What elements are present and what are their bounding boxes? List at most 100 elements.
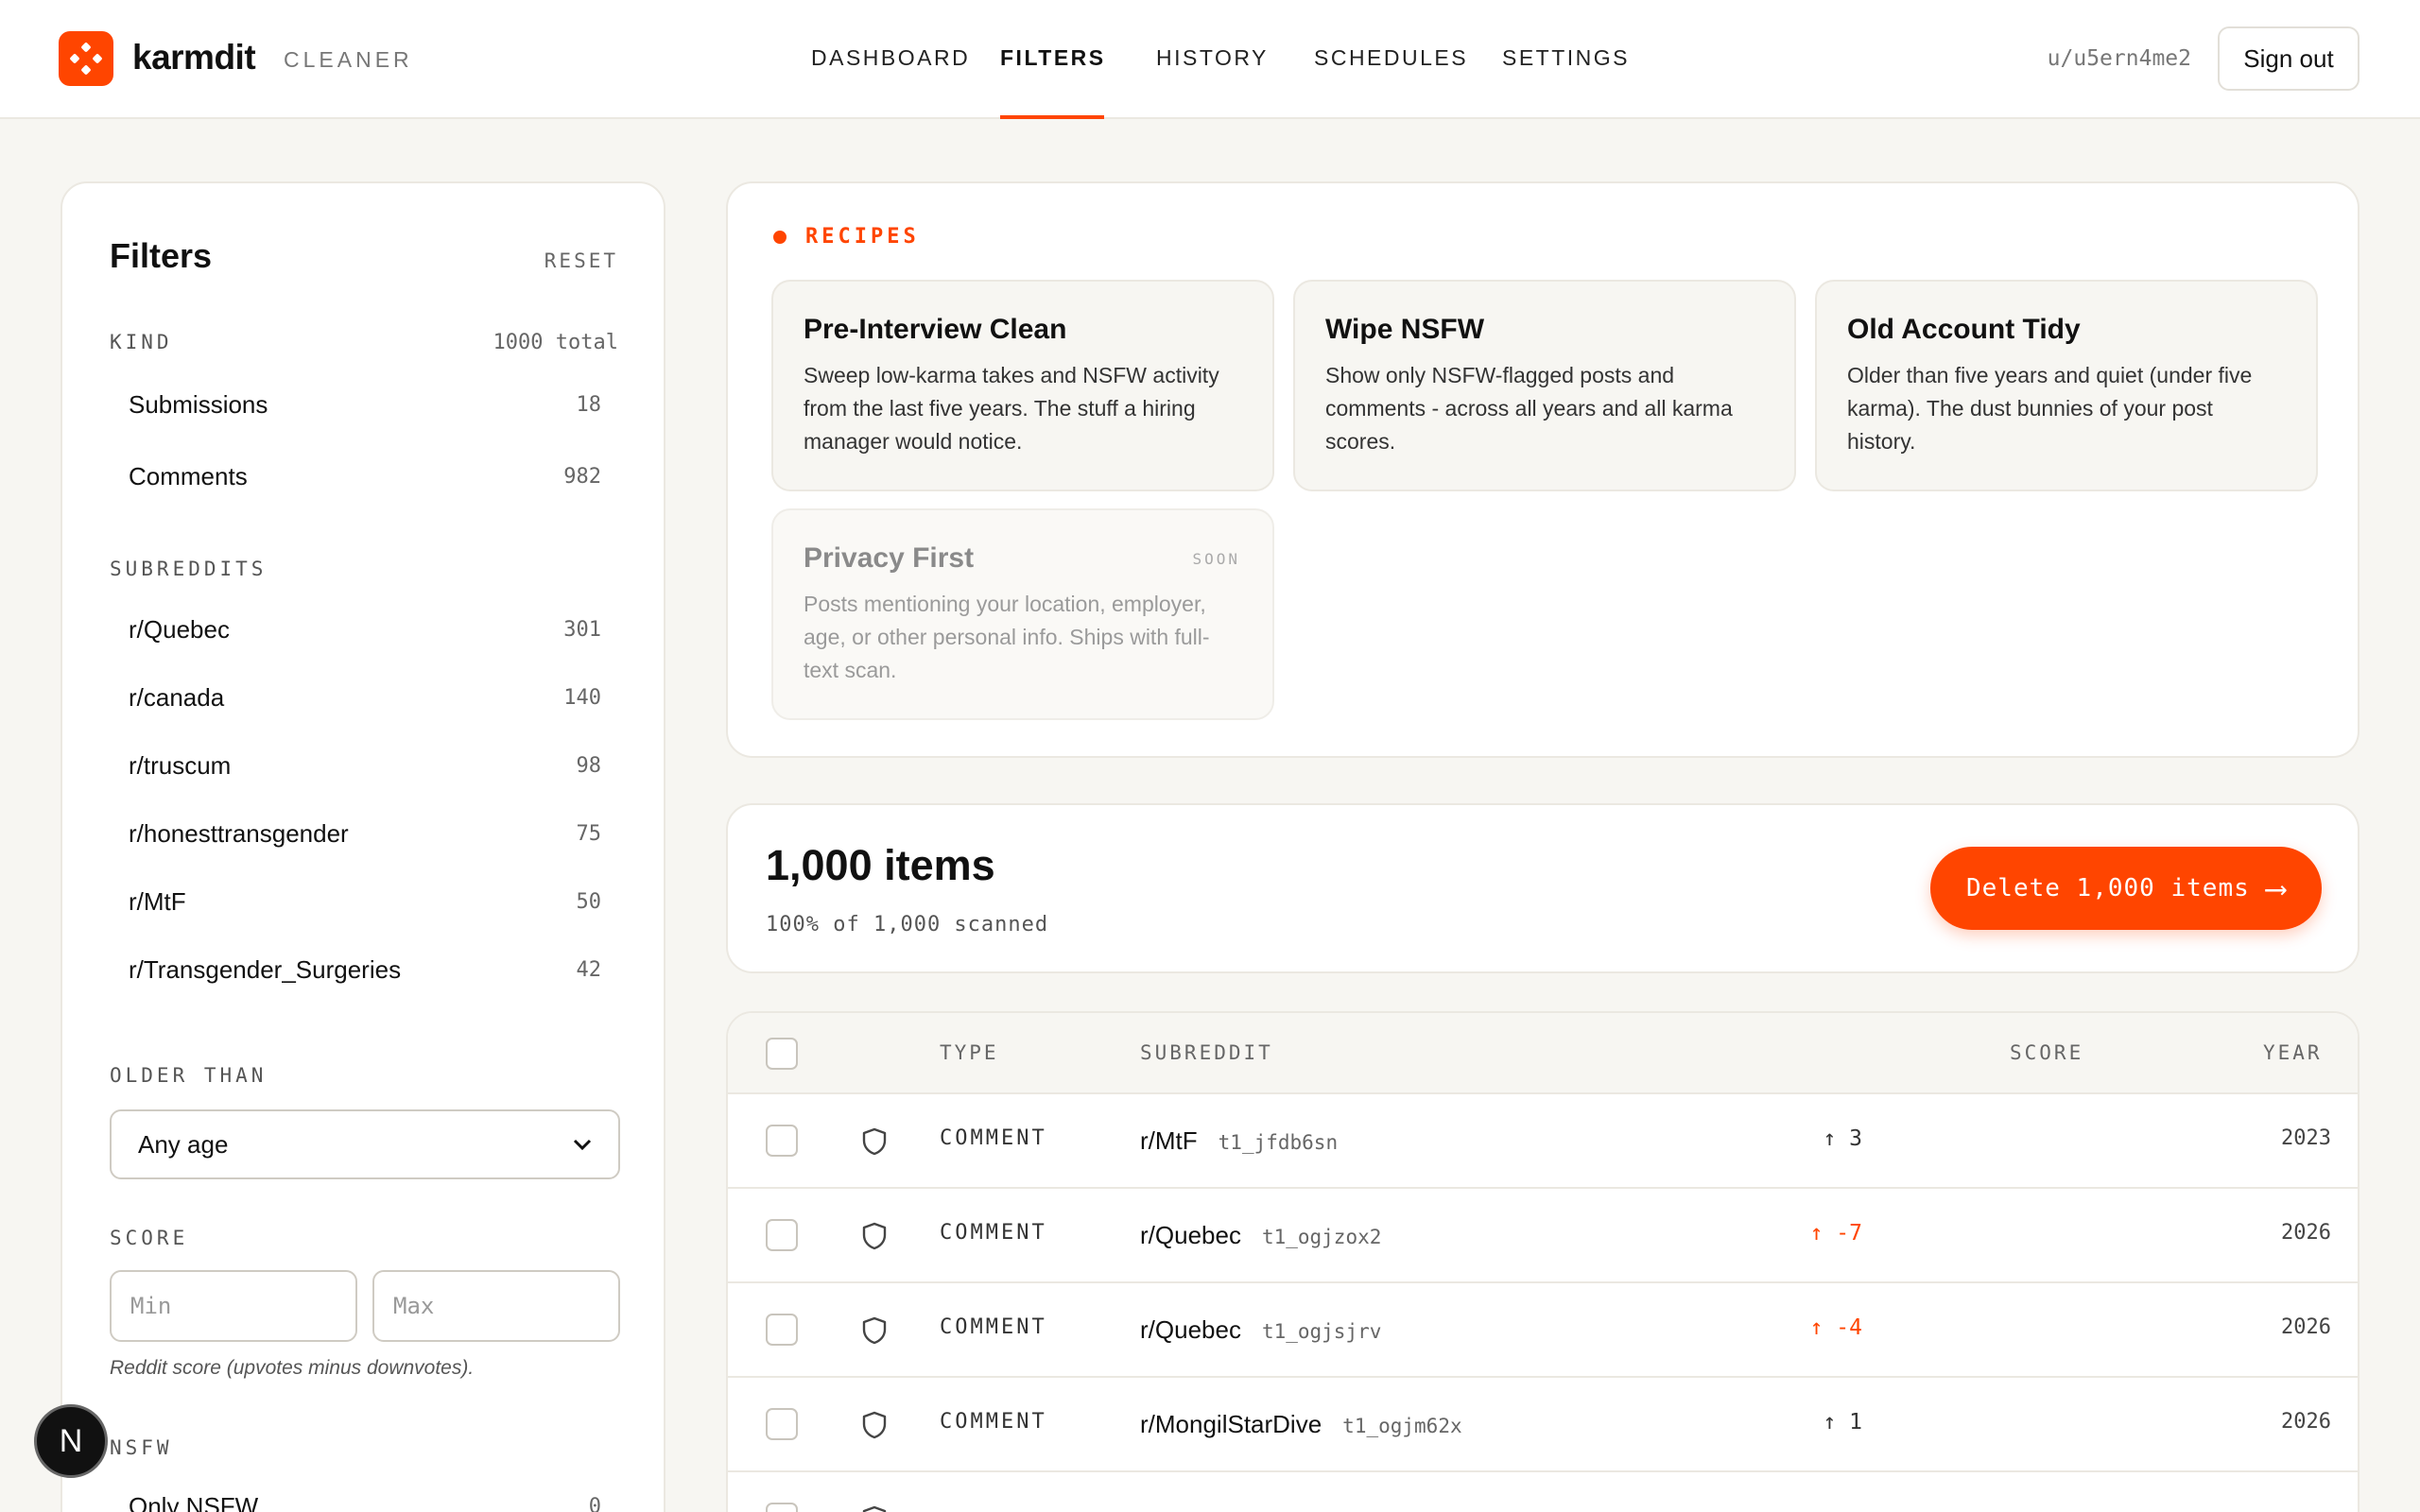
row-checkbox[interactable] — [766, 1408, 798, 1440]
recipe-title: Wipe NSFW — [1325, 314, 1485, 345]
row-score: ↑ -7 — [1673, 1221, 1862, 1246]
shield-icon — [862, 1505, 887, 1512]
shield-icon — [862, 1411, 887, 1439]
recipe-title: Privacy First — [804, 542, 975, 574]
kind-total: 1000 total — [493, 331, 618, 354]
sign-out-button[interactable]: Sign out — [2218, 26, 2360, 91]
table-row[interactable]: COMMENT r/MongilStarDive t1_ogjm62x ↑ 1 2… — [728, 1378, 2358, 1472]
recipes-header: RECIPES — [773, 225, 920, 249]
row-year: 2026 — [2281, 1221, 2331, 1245]
table-header: TYPE SUBREDDIT SCORE YEAR — [728, 1013, 2358, 1094]
row-subreddit-cell: r/Quebec t1_ogjzox2 — [1140, 1221, 1381, 1250]
row-subreddit[interactable]: r/MtF — [1140, 1126, 1198, 1155]
header-type[interactable]: TYPE — [940, 1041, 999, 1064]
subreddit-item-quebec[interactable]: r/Quebec 301 — [110, 601, 620, 658]
kind-comments[interactable]: Comments 982 — [110, 448, 620, 505]
row-score-value: 1 — [1849, 1410, 1862, 1435]
row-checkbox[interactable] — [766, 1125, 798, 1157]
score-max-input[interactable]: Max — [372, 1270, 620, 1342]
kind-item-label: Comments — [129, 461, 248, 490]
recipe-title: Old Account Tidy — [1847, 314, 2081, 345]
recipe-description: Posts mentioning your location, employer… — [804, 592, 1210, 682]
scan-progress-text: 100% of 1,000 scanned — [766, 913, 1049, 936]
recipe-old-account-tidy[interactable]: Old Account Tidy Older than five years a… — [1815, 280, 2318, 491]
dev-tools-badge[interactable]: N — [34, 1404, 108, 1478]
row-score-value: -4 — [1836, 1315, 1862, 1340]
recipe-pre-interview-clean[interactable]: Pre-Interview Clean Sweep low-karma take… — [771, 280, 1274, 491]
subreddit-item-honesttransgender[interactable]: r/honesttransgender 75 — [110, 805, 620, 862]
kind-item-count: 982 — [563, 464, 601, 489]
subreddit-item-label: r/Quebec — [129, 614, 230, 644]
recipe-wipe-nsfw[interactable]: Wipe NSFW Show only NSFW-flagged posts a… — [1293, 280, 1796, 491]
nsfw-only-item[interactable]: Only NSFW 0 — [110, 1478, 620, 1512]
nav-schedules[interactable]: SCHEDULES — [1314, 45, 1468, 71]
item-count-title: 1,000 items — [766, 841, 995, 889]
row-score: ↑ 3 — [1673, 1126, 1862, 1151]
older-than-section-label: OLDER THAN — [110, 1064, 268, 1087]
recipe-description: Older than five years and quiet (under f… — [1847, 363, 2253, 454]
subreddit-item-count: 50 — [576, 889, 602, 914]
nav-filters[interactable]: FILTERS — [1000, 45, 1106, 71]
arrow-up-icon: ↑ — [1823, 1410, 1850, 1435]
row-year: 2026 — [2281, 1315, 2331, 1339]
recipes-dot-icon — [773, 230, 786, 244]
row-subreddit-cell: r/MongilStarDive t1_ogjm62x — [1140, 1410, 1462, 1439]
subreddit-item-truscum[interactable]: r/truscum 98 — [110, 737, 620, 794]
soon-badge: SOON — [1192, 550, 1240, 568]
row-subreddit-cell: r/Quebec t1_ogjsjrv — [1140, 1315, 1381, 1345]
subreddit-item-transgender-surgeries[interactable]: r/Transgender_Surgeries 42 — [110, 941, 620, 998]
row-score: ↑ -4 — [1673, 1315, 1862, 1340]
header-year[interactable]: YEAR — [2263, 1041, 2323, 1064]
row-type: COMMENT — [940, 1410, 1047, 1434]
kind-item-count: 18 — [576, 392, 602, 417]
subreddits-section-label: SUBREDDITS — [110, 558, 268, 580]
reset-filters-button[interactable]: RESET — [544, 249, 618, 272]
active-tab-indicator — [1000, 115, 1104, 119]
row-checkbox[interactable] — [766, 1503, 798, 1512]
select-all-checkbox[interactable] — [766, 1038, 798, 1070]
subreddit-item-mtf[interactable]: r/MtF 50 — [110, 873, 620, 930]
row-subreddit[interactable]: r/Quebec — [1140, 1221, 1241, 1249]
score-section-label: SCORE — [110, 1227, 189, 1249]
header-score[interactable]: SCORE — [2010, 1041, 2083, 1064]
row-year: 2023 — [2281, 1126, 2331, 1150]
subreddit-item-canada[interactable]: r/canada 140 — [110, 669, 620, 726]
recipe-privacy-first: Privacy First SOON Posts mentioning your… — [771, 508, 1274, 720]
nav-dashboard[interactable]: DASHBOARD — [811, 45, 970, 71]
username-label: u/u5ern4me2 — [2047, 46, 2191, 71]
shield-icon — [862, 1127, 887, 1156]
row-subreddit[interactable]: r/Quebec — [1140, 1315, 1241, 1344]
subreddit-item-label: r/truscum — [129, 750, 232, 780]
score-min-input[interactable]: Min — [110, 1270, 357, 1342]
recipe-title: Pre-Interview Clean — [804, 314, 1067, 345]
nav-settings[interactable]: SETTINGS — [1502, 45, 1630, 71]
nav-history[interactable]: HISTORY — [1156, 45, 1269, 71]
table-row[interactable]: COMMENT r/Quebec t1_ogjzox2 ↑ -7 2026 — [728, 1189, 2358, 1283]
score-hint: Reddit score (upvotes minus downvotes). — [110, 1357, 475, 1379]
row-id: t1_ogjm62x — [1342, 1415, 1462, 1437]
filters-sidebar: Filters RESET KIND 1000 total Submission… — [60, 181, 666, 1512]
row-checkbox[interactable] — [766, 1219, 798, 1251]
recipe-description: Show only NSFW-flagged posts and comment… — [1325, 363, 1733, 454]
header-subreddit[interactable]: SUBREDDIT — [1140, 1041, 1273, 1064]
subreddit-item-count: 301 — [563, 617, 601, 642]
shield-icon — [862, 1222, 887, 1250]
row-year: 2026 — [2281, 1410, 2331, 1434]
table-row[interactable]: COMMENT r/Quebec t1_ogjsjrv ↑ -4 2026 — [728, 1283, 2358, 1378]
items-table: TYPE SUBREDDIT SCORE YEAR COMMENT r/MtF t… — [726, 1011, 2360, 1512]
delete-items-button[interactable]: Delete 1,000 items ⟶ — [1930, 847, 2322, 930]
subreddit-item-label: r/MtF — [129, 886, 186, 916]
subreddit-item-count: 98 — [576, 753, 602, 778]
table-row[interactable]: COMMENT r/MtF t1_jfdb6sn ↑ 3 2023 — [728, 1094, 2358, 1189]
row-subreddit[interactable]: r/MongilStarDive — [1140, 1410, 1322, 1438]
top-header: karmdit CLEANER DASHBOARD FILTERS HISTOR… — [0, 0, 2420, 119]
kind-submissions[interactable]: Submissions 18 — [110, 376, 620, 433]
subreddit-item-label: r/honesttransgender — [129, 818, 349, 848]
table-row-partial[interactable] — [728, 1472, 2358, 1512]
older-than-select[interactable]: Any age — [110, 1109, 620, 1179]
row-checkbox[interactable] — [766, 1314, 798, 1346]
row-score-value: 3 — [1849, 1126, 1862, 1151]
arrow-up-icon: ↑ — [1809, 1221, 1837, 1246]
subreddit-item-count: 140 — [563, 685, 601, 710]
recipes-card: RECIPES Pre-Interview Clean Sweep low-ka… — [726, 181, 2360, 758]
